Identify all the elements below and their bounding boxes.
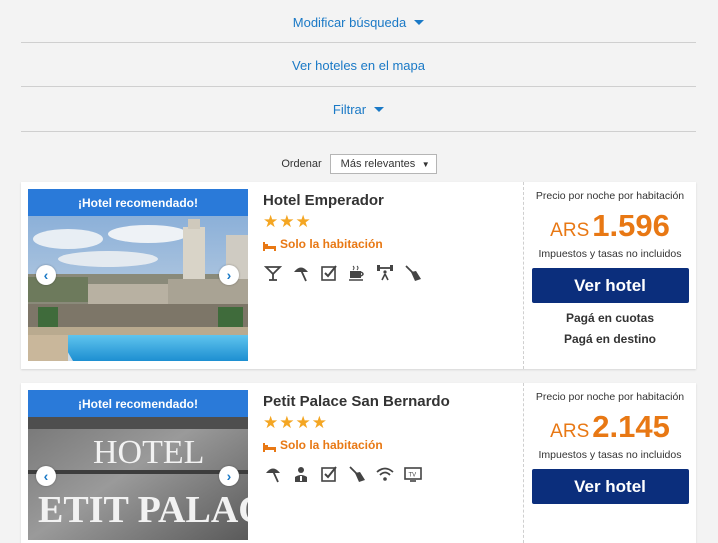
sort-select[interactable]: Más relevantes ▼ — [329, 154, 437, 174]
photo-sign-text-2: ETIT PALAC — [38, 489, 248, 531]
coffee-cup-icon — [347, 263, 367, 283]
hotel-photo[interactable]: ¡Hotel recomendado! ‹ › — [28, 189, 248, 361]
sort-label: Ordenar — [281, 158, 322, 170]
amenities-list: TV — [263, 464, 513, 484]
filter-label: Filtrar — [332, 101, 367, 117]
cocktail-icon — [263, 263, 283, 283]
sort-selected-value: Más relevantes — [340, 158, 416, 170]
price-amount: 2.145 — [592, 409, 670, 444]
next-photo-chevron-right-icon[interactable]: › — [219, 265, 239, 285]
amenities-list — [263, 263, 513, 283]
price-box: Precio por noche por habitación ARS 1.59… — [523, 182, 696, 369]
tax-note: Impuestos y tasas no incluidos — [538, 248, 682, 260]
caret-down-icon — [414, 19, 425, 25]
room-type-label: Solo la habitación — [280, 438, 383, 452]
cleaning-icon — [403, 263, 423, 283]
tv-icon: TV — [403, 464, 423, 484]
checkbox-icon — [319, 263, 339, 283]
prev-photo-chevron-left-icon[interactable]: ‹ — [36, 466, 56, 486]
prev-photo-chevron-left-icon[interactable]: ‹ — [36, 265, 56, 285]
map-label: Ver hoteles en el mapa — [292, 57, 425, 73]
price-currency: ARS — [550, 421, 590, 442]
recommended-badge: ¡Hotel recomendado! — [28, 189, 248, 216]
hotel-photo[interactable]: HOTEL ETIT PALAC ¡Hotel recomendado! ‹ › — [28, 390, 248, 540]
price-box: Precio por noche por habitación ARS 2.14… — [523, 383, 696, 543]
star-rating: ★★★ — [263, 212, 312, 231]
checkbox-icon — [319, 464, 339, 484]
photo-sign-text-1: HOTEL — [93, 434, 204, 471]
pay-at-destination-text: Pagá en destino — [563, 332, 657, 346]
sort-row: Ordenar Más relevantes ▼ — [0, 152, 718, 176]
beach-umbrella-icon — [263, 464, 283, 484]
hotel-info: Petit Palace San Bernardo ★★★★ Solo la h… — [263, 393, 513, 484]
price: ARS 2.145 — [524, 409, 696, 445]
pay-installments-text: Pagá en cuotas — [565, 311, 655, 325]
price-label: Precio por noche por habitación — [535, 190, 685, 202]
dropdown-arrow-icon: ▼ — [421, 159, 430, 169]
price-label: Precio por noche por habitación — [535, 391, 685, 403]
hotel-info: Hotel Emperador ★★★ Solo la habitación — [263, 192, 513, 283]
view-hotel-button[interactable]: Ver hotel — [531, 469, 689, 504]
room-type: Solo la habitación — [263, 438, 513, 452]
map-link[interactable]: Ver hoteles en el mapa — [21, 43, 696, 87]
view-hotel-button[interactable]: Ver hotel — [531, 268, 689, 303]
price-amount: 1.596 — [592, 208, 670, 243]
bed-icon — [263, 240, 276, 251]
gym-icon — [375, 263, 395, 283]
price: ARS 1.596 — [524, 208, 696, 244]
divider — [21, 131, 696, 132]
recommended-badge: ¡Hotel recomendado! — [28, 390, 248, 417]
beach-umbrella-icon — [291, 263, 311, 283]
cleaning-icon — [347, 464, 367, 484]
bed-icon — [263, 441, 276, 452]
filter-link[interactable]: Filtrar — [21, 87, 696, 131]
room-type-label: Solo la habitación — [280, 237, 383, 251]
tax-note: Impuestos y tasas no incluidos — [538, 449, 682, 461]
concierge-icon — [291, 464, 311, 484]
price-currency: ARS — [550, 220, 590, 241]
wifi-icon — [375, 464, 395, 484]
hotel-card[interactable]: ¡Hotel recomendado! ‹ › Hotel Emperador … — [21, 182, 696, 369]
hotel-name[interactable]: Petit Palace San Bernardo — [263, 393, 513, 410]
next-photo-chevron-right-icon[interactable]: › — [219, 466, 239, 486]
hotel-name[interactable]: Hotel Emperador — [263, 192, 513, 209]
modify-search-link[interactable]: Modificar búsqueda — [21, 0, 696, 44]
modify-search-label: Modificar búsqueda — [292, 14, 407, 30]
svg-text:TV: TV — [409, 473, 417, 479]
caret-down-icon — [374, 106, 385, 112]
room-type: Solo la habitación — [263, 237, 513, 251]
star-rating: ★★★★ — [263, 413, 328, 432]
hotel-card[interactable]: HOTEL ETIT PALAC ¡Hotel recomendado! ‹ ›… — [21, 383, 696, 543]
